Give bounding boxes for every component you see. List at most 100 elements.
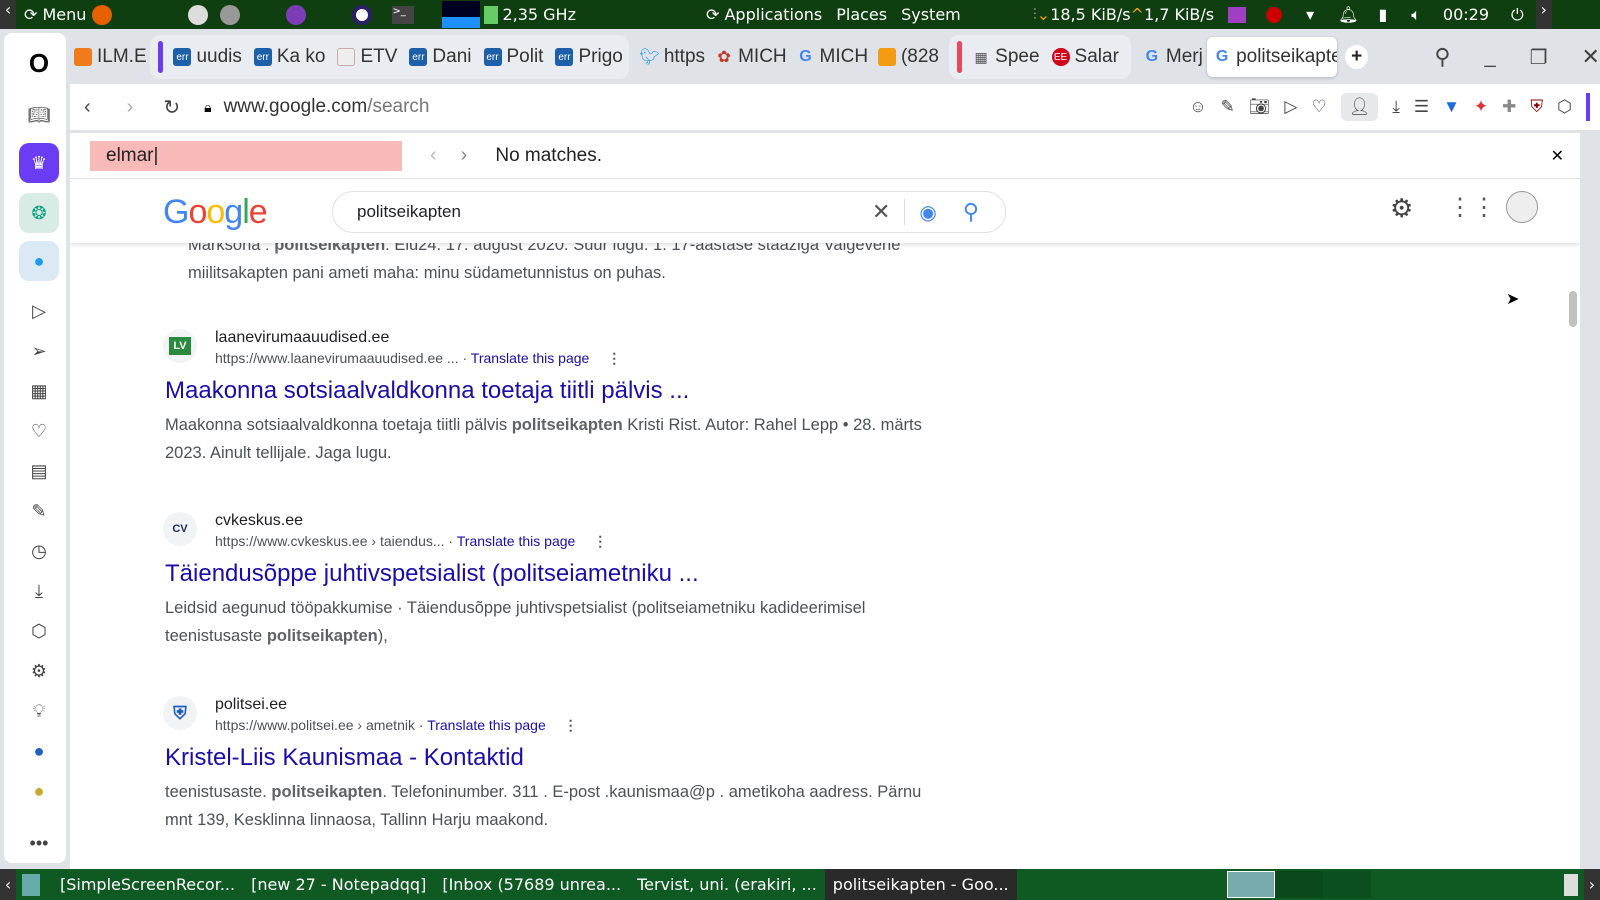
- more-options-icon[interactable]: ⋮: [593, 533, 607, 549]
- puzzle-extension-icon[interactable]: ✚: [1502, 97, 1516, 117]
- minimize-button[interactable]: _: [1484, 46, 1495, 69]
- tab[interactable]: 🐦︎ https: [635, 37, 709, 77]
- wifi-icon[interactable]: ▾: [1306, 5, 1314, 24]
- new-tab-button[interactable]: +: [1345, 45, 1369, 69]
- easy-setup-icon[interactable]: ☰: [1414, 97, 1429, 117]
- places-menu[interactable]: Places: [836, 5, 887, 24]
- close-window-button[interactable]: ✕: [1582, 44, 1600, 70]
- settings-gear-icon[interactable]: ⚙: [1390, 193, 1413, 224]
- workspace-switcher[interactable]: [1226, 871, 1275, 898]
- bookmark-heart-icon[interactable]: ♡: [1311, 97, 1326, 117]
- forward-button[interactable]: ›: [127, 96, 134, 119]
- result-site-name[interactable]: laanevirumaauudised.ee: [215, 329, 925, 347]
- more-options-icon[interactable]: ⋮: [607, 350, 621, 366]
- panel-left-arrow[interactable]: ‹: [0, 0, 16, 29]
- tab-group-marker[interactable]: [158, 41, 164, 73]
- ublock-icon[interactable]: ⛨: [1530, 97, 1543, 117]
- tab-search-icon[interactable]: ⚲: [1434, 44, 1450, 70]
- send-icon[interactable]: ▷: [1284, 97, 1297, 117]
- taskbar-item[interactable]: [Inbox (57689 unrea...: [434, 869, 629, 900]
- speed-dial-icon[interactable]: ▦: [19, 371, 59, 411]
- back-button[interactable]: ‹: [84, 96, 91, 119]
- tab[interactable]: err Dani: [403, 37, 477, 77]
- taskbar-left-arrow[interactable]: ‹: [0, 869, 16, 900]
- heart-icon[interactable]: ♡: [19, 411, 59, 451]
- tab[interactable]: ETV: [331, 37, 403, 77]
- result-site-name[interactable]: politsei.ee: [215, 696, 925, 714]
- chat-bubble-icon[interactable]: ●: [19, 731, 59, 771]
- accessibility-icon[interactable]: [188, 4, 209, 25]
- workspace-3[interactable]: [1322, 871, 1371, 898]
- extension-icon[interactable]: ✦: [1474, 97, 1488, 117]
- result-title-link[interactable]: Maakonna sotsiaalvaldkonna toetaja tiitl…: [165, 377, 925, 405]
- find-next-button[interactable]: ›: [461, 144, 468, 167]
- result-title-link[interactable]: Kristel-Liis Kaunismaa - Kontaktid: [165, 744, 925, 772]
- find-input[interactable]: elmar|: [90, 140, 402, 171]
- tab[interactable]: err Polit: [478, 37, 550, 77]
- reload-button[interactable]: ↻: [163, 95, 180, 120]
- pinboard-icon[interactable]: ✎: [19, 491, 59, 531]
- cube-extension-icon[interactable]: ⬡: [1557, 97, 1572, 117]
- emoji-icon[interactable]: ☺: [1189, 97, 1206, 117]
- tab-group-marker[interactable]: [957, 41, 963, 73]
- power-icon[interactable]: ⏻: [1511, 5, 1524, 25]
- system-menu[interactable]: System: [901, 5, 961, 24]
- taskbar-item-active[interactable]: politseikapten - Goo...: [824, 869, 1017, 900]
- tor-icon[interactable]: [286, 4, 307, 25]
- opera-icon[interactable]: [352, 4, 373, 25]
- google-lens-icon[interactable]: ◉: [919, 200, 936, 225]
- tab[interactable]: err Ka ko: [248, 37, 332, 77]
- url-field[interactable]: www.google.com/search: [224, 96, 430, 118]
- tab[interactable]: ✿ MICH: [709, 37, 790, 77]
- find-previous-button[interactable]: ‹: [430, 144, 437, 167]
- show-desktop-button[interactable]: [22, 873, 40, 896]
- camera-icon[interactable]: 📷︎: [1249, 97, 1271, 117]
- tab[interactable]: ILM.E: [68, 37, 150, 77]
- tab[interactable]: ▦ Spee: [966, 37, 1045, 77]
- tab-active[interactable]: Gpolitseikapten: [1207, 37, 1338, 77]
- tab[interactable]: G Merj: [1137, 37, 1207, 77]
- opera-logo-icon[interactable]: O: [19, 43, 59, 83]
- account-avatar[interactable]: [1506, 191, 1538, 223]
- restore-button[interactable]: ❐: [1530, 45, 1548, 70]
- downloads-icon[interactable]: ⤓: [19, 571, 59, 611]
- more-icon[interactable]: •••: [19, 823, 59, 863]
- tab[interactable]: err uudis: [167, 37, 247, 77]
- clear-search-icon[interactable]: ✕: [872, 199, 890, 225]
- twitter-icon[interactable]: ●: [19, 241, 59, 281]
- search-box[interactable]: politseikapten ✕ ◉ ⚲: [332, 191, 1006, 233]
- tab[interactable]: (828: [872, 37, 943, 77]
- trash-icon[interactable]: [1564, 873, 1578, 896]
- record-icon[interactable]: [1266, 6, 1283, 23]
- menu-button[interactable]: ⟳ Menu: [24, 5, 86, 24]
- notification-bell-icon[interactable]: 🔔︎: [1338, 5, 1358, 24]
- result-title-link[interactable]: Täiendusõppe juhtivspetsialist (politsei…: [165, 560, 925, 588]
- edit-icon[interactable]: ✎: [1221, 97, 1235, 117]
- taskbar-item[interactable]: [new 27 - Notepadqq]: [243, 869, 434, 900]
- scrollbar-thumb[interactable]: [1569, 291, 1577, 327]
- news-icon[interactable]: ▤: [19, 451, 59, 491]
- terminal-icon[interactable]: >_: [392, 5, 415, 24]
- search-icon[interactable]: ⚲: [963, 199, 979, 225]
- google-apps-icon[interactable]: ⋮⋮: [1448, 193, 1496, 222]
- settings-icon[interactable]: ⚙: [19, 651, 59, 691]
- clock[interactable]: 00:29: [1443, 5, 1489, 24]
- vpn-extension-icon[interactable]: ▼: [1443, 97, 1460, 117]
- tab[interactable]: G MICH: [791, 37, 872, 77]
- download-icon[interactable]: ⤓: [1392, 97, 1400, 117]
- result-url[interactable]: https://www.cvkeskus.ee › taiendus... · …: [215, 533, 925, 550]
- google-logo[interactable]: Google: [163, 193, 268, 232]
- workspace-2[interactable]: [1274, 871, 1323, 898]
- translate-link[interactable]: Translate this page: [457, 533, 576, 549]
- result-url[interactable]: https://www.laanevirumaauudised.ee ... ·…: [215, 350, 925, 367]
- scrollbar[interactable]: [1566, 243, 1580, 869]
- wallet-icon[interactable]: ●: [19, 771, 59, 811]
- translate-link[interactable]: Translate this page: [427, 717, 546, 733]
- chatgpt-icon[interactable]: ❂: [19, 193, 59, 233]
- profile-icon[interactable]: 👤︎: [1340, 93, 1379, 121]
- tab[interactable]: err Prigo: [549, 37, 628, 77]
- taskbar-item[interactable]: Tervist, uni. (erakiri, ...: [629, 869, 825, 900]
- lightbulb-icon[interactable]: 💡︎: [19, 691, 59, 731]
- result-url[interactable]: https://www.politsei.ee › ametnik · Tran…: [215, 717, 925, 734]
- settings-gears-icon[interactable]: [220, 4, 241, 25]
